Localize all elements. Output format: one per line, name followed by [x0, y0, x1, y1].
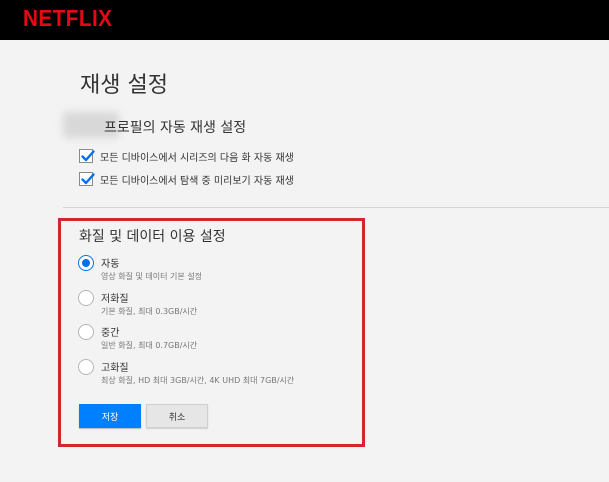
save-button[interactable]: 저장 — [79, 404, 141, 428]
quality-option-label: 중간 — [101, 328, 120, 339]
netflix-logo[interactable]: NETFLIX — [23, 5, 112, 32]
autoplay-heading: 프로필의 자동 재생 설정 — [104, 120, 247, 136]
top-bar: NETFLIX — [0, 0, 609, 40]
checkmark-icon — [81, 173, 95, 185]
quality-high-radio[interactable] — [78, 359, 94, 375]
autoplay-previews-option[interactable]: 모든 디바이스에서 탐색 중 미리보기 자동 재생 — [79, 171, 294, 187]
quality-option-description: 일반 화질, 최대 0.7GB/시간 — [101, 341, 198, 350]
autoplay-next-episode-option[interactable]: 모든 디바이스에서 시리즈의 다음 화 자동 재생 — [79, 148, 294, 164]
quality-option-description: 최상 화질, HD 최대 3GB/시간, 4K UHD 최대 7GB/시간 — [101, 376, 295, 385]
quality-option-label: 저화질 — [101, 294, 129, 305]
quality-section-title: 화질 및 데이터 이용 설정 — [79, 229, 226, 245]
quality-low-radio[interactable] — [78, 290, 94, 306]
autoplay-next-episode-label: 모든 디바이스에서 시리즈의 다음 화 자동 재생 — [100, 152, 294, 164]
quality-option-description: 기본 화질, 최대 0.3GB/시간 — [101, 307, 198, 316]
autoplay-next-episode-checkbox[interactable] — [79, 149, 95, 163]
quality-auto-radio[interactable] — [78, 255, 94, 271]
autoplay-previews-checkbox[interactable] — [79, 172, 95, 186]
quality-medium-radio[interactable] — [78, 324, 94, 340]
cancel-button[interactable]: 취소 — [146, 404, 208, 428]
checkmark-icon — [81, 150, 95, 162]
quality-option-label: 자동 — [101, 259, 120, 270]
quality-option-description: 영상 화질 및 데이터 기본 설정 — [101, 272, 203, 281]
autoplay-previews-label: 모든 디바이스에서 탐색 중 미리보기 자동 재생 — [100, 175, 294, 187]
page-title: 재생 설정 — [80, 73, 168, 98]
quality-option-label: 고화질 — [101, 363, 129, 374]
section-divider — [63, 207, 609, 208]
